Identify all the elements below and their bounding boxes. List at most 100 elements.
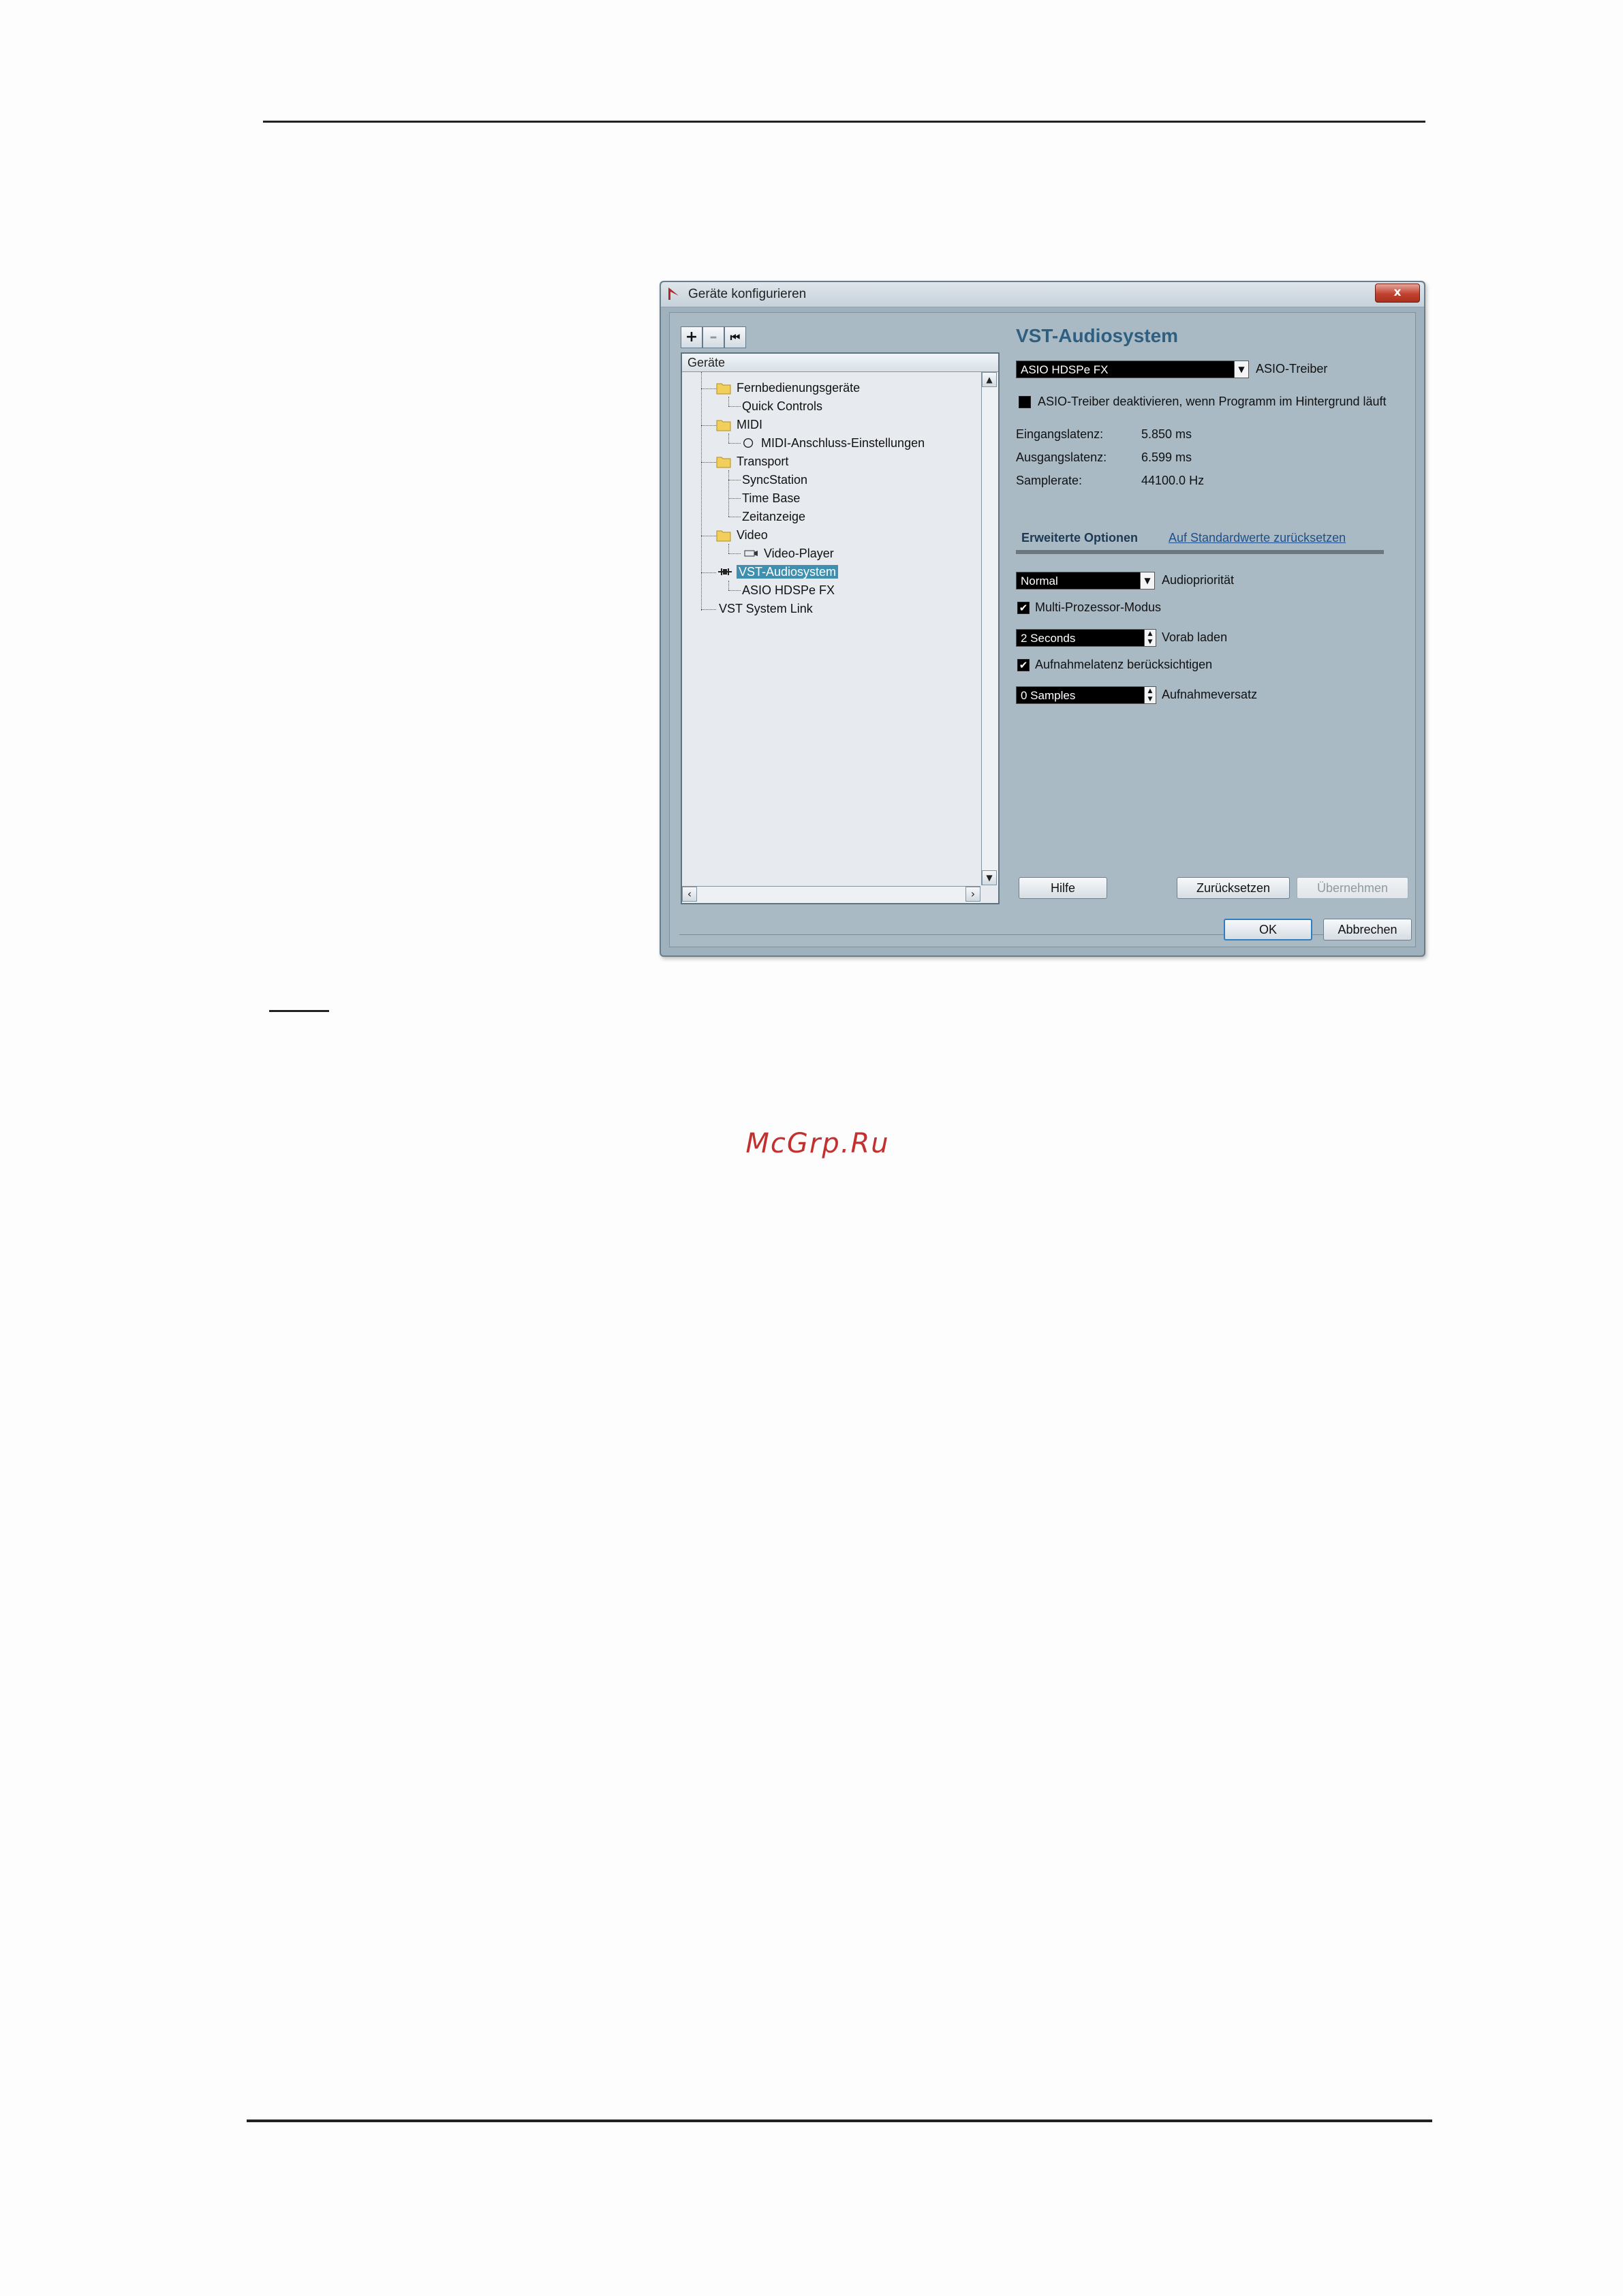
latency-compensation-checkbox[interactable]: ✔ <box>1017 659 1030 671</box>
tree-item-video-player[interactable]: Video-Player <box>742 545 834 562</box>
tree-connector <box>701 425 716 426</box>
deactivate-driver-checkbox[interactable] <box>1019 396 1031 408</box>
scroll-up-icon[interactable]: ▲ <box>982 372 997 387</box>
tree-item-syncstation[interactable]: SyncStation <box>742 471 807 489</box>
tree-item-label: VST-Audiosystem <box>737 565 839 579</box>
samplerate-label: Samplerate: <box>1016 474 1083 487</box>
app-icon <box>668 288 679 300</box>
multi-processor-checkbox[interactable]: ✔ <box>1017 602 1030 614</box>
scroll-down-icon[interactable]: ▼ <box>982 870 997 885</box>
tree-item-vst-audiosystem[interactable]: VST-Audiosystem <box>716 563 839 581</box>
tree-connector <box>728 553 741 554</box>
output-latency-label: Ausgangslatenz: <box>1016 450 1107 464</box>
asio-driver-label: ASIO-Treiber <box>1256 362 1328 376</box>
scroll-left-icon[interactable]: ‹ <box>682 887 697 902</box>
tree-item-label: ASIO HDSPe FX <box>742 583 835 597</box>
input-latency-label: Eingangslatenz: <box>1016 427 1104 441</box>
reset-defaults-link[interactable]: Auf Standardwerte zurücksetzen <box>1169 531 1346 545</box>
input-latency-value: 5.850 ms <box>1141 427 1192 441</box>
tree-connector <box>728 544 729 553</box>
bottom-rule <box>247 2119 1432 2122</box>
tree-item-label: VST System Link <box>719 602 813 615</box>
asio-driver-select[interactable]: ASIO HDSPe FX ▼ <box>1016 361 1249 378</box>
remove-device-button[interactable]: – <box>702 326 724 348</box>
latency-compensation-label: Aufnahmelatenz berücksichtigen <box>1035 658 1213 671</box>
apply-button[interactable]: Übernehmen <box>1297 877 1408 899</box>
record-offset-label: Aufnahmeversatz <box>1162 688 1258 701</box>
audio-priority-label: Audiopriorität <box>1162 573 1235 587</box>
folder-icon <box>716 530 731 542</box>
stepper-arrows-icon[interactable]: ▲ ▼ <box>1144 630 1156 646</box>
short-rule <box>269 1010 329 1012</box>
tree-item-midi[interactable]: MIDI <box>716 416 762 433</box>
tree-connector <box>701 609 716 610</box>
stepper-arrows-icon[interactable]: ▲ ▼ <box>1144 687 1156 703</box>
output-latency-value: 6.599 ms <box>1141 450 1192 464</box>
tree-connector <box>728 590 741 591</box>
tree-item-label: Quick Controls <box>742 399 823 413</box>
device-setup-dialog: Geräte konfigurieren x + – ⏮ Geräte Fern… <box>660 281 1425 957</box>
tree-connector <box>701 462 716 463</box>
tree-item-time-display[interactable]: Zeitanzeige <box>742 508 805 525</box>
tree-item-video[interactable]: Video <box>716 526 768 544</box>
audio-priority-value: Normal <box>1021 575 1058 587</box>
dialog-title: Geräte konfigurieren <box>688 287 807 301</box>
record-offset-stepper[interactable]: 0 Samples ▲ ▼ <box>1016 686 1156 704</box>
tree-connector <box>728 397 729 406</box>
tree-connector <box>728 470 729 517</box>
scroll-right-icon[interactable]: › <box>965 887 980 902</box>
tree-item-label: Zeitanzeige <box>742 510 806 523</box>
tree-body: Fernbedienungsgeräte Quick Controls MIDI… <box>682 372 980 885</box>
tree-item-label: Video-Player <box>764 547 834 560</box>
tree-item-remote-devices[interactable]: Fernbedienungsgeräte <box>716 379 860 397</box>
tree-item-time-base[interactable]: Time Base <box>742 489 800 507</box>
folder-icon <box>716 383 731 395</box>
audio-system-icon <box>718 568 732 575</box>
preload-label: Vorab laden <box>1162 630 1228 644</box>
tree-connector <box>728 443 741 444</box>
cancel-button[interactable]: Abbrechen <box>1323 919 1412 940</box>
tree-connector <box>701 572 716 573</box>
folder-icon <box>716 420 731 431</box>
watermark: McGrp.Ru <box>745 1128 890 1159</box>
device-tree: Geräte Fernbedienungsgeräte Quick Contro… <box>681 352 1000 904</box>
tree-item-label: MIDI-Anschluss-Einstellungen <box>761 436 925 450</box>
tree-item-midi-port-setup[interactable]: MIDI-Anschluss-Einstellungen <box>742 434 925 452</box>
panel-title: VST-Audiosystem <box>1016 325 1179 346</box>
tree-connector <box>728 406 741 407</box>
tree-item-quick-controls[interactable]: Quick Controls <box>742 397 822 415</box>
tree-item-label: MIDI <box>737 418 762 431</box>
tab-underline <box>1016 550 1384 554</box>
reset-device-button[interactable]: ⏮ <box>724 326 746 348</box>
tree-connector <box>701 372 702 611</box>
close-button[interactable]: x <box>1375 284 1420 303</box>
dialog-client: + – ⏮ Geräte Fernbedienungsgeräte Quick … <box>669 312 1416 947</box>
tree-item-vst-system-link[interactable]: VST System Link <box>719 600 813 617</box>
tree-horizontal-scrollbar[interactable]: ‹ › <box>682 886 980 903</box>
dialog-titlebar: Geräte konfigurieren x <box>661 282 1424 307</box>
ok-button[interactable]: OK <box>1224 919 1312 940</box>
add-device-button[interactable]: + <box>681 326 702 348</box>
multi-processor-label: Multi-Prozessor-Modus <box>1035 600 1162 614</box>
tree-vertical-scrollbar[interactable]: ▲ ▼ <box>981 372 998 885</box>
tree-item-asio-hdspe-fx[interactable]: ASIO HDSPe FX <box>742 581 835 599</box>
tab-advanced-options[interactable]: Erweiterte Optionen <box>1021 531 1138 545</box>
preload-stepper[interactable]: 2 Seconds ▲ ▼ <box>1016 629 1156 647</box>
tree-item-label: SyncStation <box>742 473 808 487</box>
tree-connector <box>728 581 729 590</box>
deactivate-driver-label: ASIO-Treiber deaktivieren, wenn Programm… <box>1038 395 1387 408</box>
record-offset-value: 0 Samples <box>1021 689 1076 702</box>
tree-item-label: Fernbedienungsgeräte <box>737 381 861 395</box>
preload-value: 2 Seconds <box>1021 632 1076 645</box>
help-button[interactable]: Hilfe <box>1019 877 1107 899</box>
tree-item-transport[interactable]: Transport <box>716 453 788 470</box>
reset-button[interactable]: Zurücksetzen <box>1177 877 1290 899</box>
video-player-icon <box>744 550 758 557</box>
tree-item-label: Video <box>737 528 768 542</box>
chevron-down-icon: ▼ <box>1234 361 1248 378</box>
top-rule <box>263 121 1425 123</box>
tree-connector <box>701 388 716 389</box>
tree-connector <box>728 433 729 443</box>
audio-priority-select[interactable]: Normal ▼ <box>1016 572 1155 590</box>
samplerate-value: 44100.0 Hz <box>1141 474 1205 487</box>
